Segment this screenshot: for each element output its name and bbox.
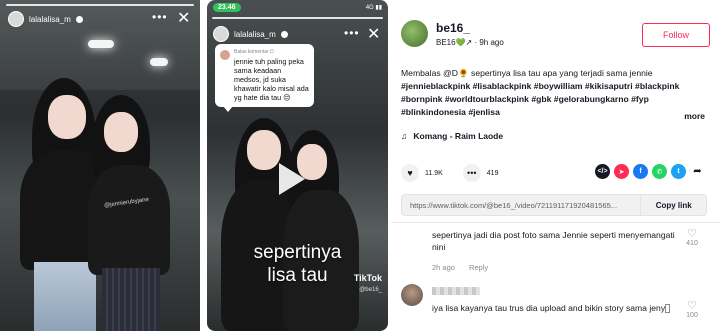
video-caption-line-1: sepertinya xyxy=(253,242,342,263)
person-skirt xyxy=(102,268,160,331)
post-time: 9h ago xyxy=(479,37,504,47)
music-title: Komang - Raim Laode xyxy=(413,131,504,141)
person-face xyxy=(104,112,138,152)
comment-like-count: 100 xyxy=(686,312,698,319)
reply-button[interactable]: Reply xyxy=(469,263,488,272)
tiktok-watermark: TikTok xyxy=(353,273,382,283)
story-panel-1: lalalalisa_m ••• ✕ @jennierubyjane xyxy=(0,0,200,331)
verified-icon xyxy=(280,30,288,38)
story-progress-bar xyxy=(212,17,383,19)
share-icon[interactable]: ➦ xyxy=(690,164,705,179)
comment-text-content: iya lisa kayanya tau trus dia upload and… xyxy=(432,303,666,313)
divider xyxy=(391,222,720,223)
commenter-avatar[interactable] xyxy=(401,284,423,306)
ceiling-light xyxy=(88,40,114,48)
whatsapp-icon[interactable]: ✆ xyxy=(652,164,667,179)
ceiling-light xyxy=(150,58,168,66)
engagement-bar: ♥ 11.9K ••• 419 xyxy=(401,164,498,182)
heart-icon[interactable]: ♥ xyxy=(401,164,419,182)
music-note-icon: ♫ xyxy=(401,131,408,141)
comment-like[interactable]: ♡ 100 xyxy=(682,300,702,319)
status-time: 23.46 xyxy=(213,2,241,12)
play-icon[interactable] xyxy=(279,163,305,195)
author-block: be16_ BE16💚↗ · 9h ago xyxy=(401,20,504,47)
comment-like-count: 410 xyxy=(686,240,698,247)
person-face xyxy=(48,95,86,139)
follow-button[interactable]: Follow xyxy=(642,23,710,47)
description-text: Membalas @D🌻 sepertinya lisa tau apa yan… xyxy=(401,68,653,78)
story-panel-2: 23.46 4G ▮▮ lalalalisa_m ••• ✕ Balas kom… xyxy=(207,0,388,331)
comment-time: 2h ago xyxy=(432,263,455,272)
music-link[interactable]: ♫ Komang - Raim Laode xyxy=(401,131,503,141)
comment-text: sepertinya jadi dia post foto sama Jenni… xyxy=(432,230,675,252)
heart-outline-icon[interactable]: ♡ xyxy=(682,228,702,240)
close-icon[interactable]: ✕ xyxy=(177,11,190,27)
heart-outline-icon[interactable]: ♡ xyxy=(682,300,702,312)
twitter-icon[interactable]: t xyxy=(671,164,686,179)
watermark-username: @be16_ xyxy=(359,287,382,293)
reply-comment-sticker[interactable]: Balas komentar D jennie tuh paling peka … xyxy=(215,44,314,112)
copy-link-box: https://www.tiktok.com/@be16_/video/7211… xyxy=(401,194,707,216)
story-header: lalalalisa_m xyxy=(213,26,288,42)
author-nickname: BE16💚↗ xyxy=(436,37,473,47)
person-jeans xyxy=(34,262,96,331)
commenter-name-redacted xyxy=(432,287,480,295)
verified-icon xyxy=(75,15,83,23)
status-bar: 23.46 4G ▮▮ xyxy=(207,0,388,14)
avatar[interactable] xyxy=(8,11,24,27)
facebook-icon[interactable]: f xyxy=(633,164,648,179)
comment-meta: 2h ago Reply xyxy=(432,263,488,272)
more-options-icon[interactable]: ••• xyxy=(344,26,360,40)
tiktok-post-page: be16_ BE16💚↗ · 9h ago Follow Membalas @D… xyxy=(391,0,720,331)
video-link[interactable]: https://www.tiktok.com/@be16_/video/7211… xyxy=(402,201,640,210)
commenter-avatar xyxy=(220,50,230,60)
story-username[interactable]: lalalalisa_m xyxy=(29,15,71,24)
more-options-icon[interactable]: ••• xyxy=(152,10,168,24)
comment-like[interactable]: ♡ 410 xyxy=(682,228,702,247)
story-header: lalalalisa_m xyxy=(8,11,83,27)
reply-label: Balas komentar D xyxy=(234,49,274,55)
author-username[interactable]: be16_ xyxy=(436,21,504,35)
person-body xyxy=(88,165,170,275)
comment-icon[interactable]: ••• xyxy=(462,164,481,182)
comment-text: jennie tuh paling peka sama keadaan meds… xyxy=(234,57,309,102)
send-icon[interactable]: ➤ xyxy=(614,164,629,179)
more-button[interactable]: more xyxy=(684,111,705,121)
avatar[interactable] xyxy=(213,26,229,42)
author-avatar[interactable] xyxy=(401,20,428,47)
post-description: Membalas @D🌻 sepertinya lisa tau apa yan… xyxy=(401,67,707,119)
share-buttons: </> ➤ f ✆ t ➦ xyxy=(595,164,705,179)
embed-icon[interactable]: </> xyxy=(595,164,610,179)
signal-icon: 4G ▮▮ xyxy=(365,4,382,11)
like-count: 11.9K xyxy=(425,169,443,177)
text-cursor xyxy=(665,304,671,314)
close-icon[interactable]: ✕ xyxy=(367,27,380,43)
copy-link-button[interactable]: Copy link xyxy=(640,195,706,215)
comment-count: 419 xyxy=(486,169,499,177)
person-face xyxy=(247,130,281,170)
story-username[interactable]: lalalalisa_m xyxy=(234,30,276,39)
comment-text: iya lisa kayanya tau trus dia upload and… xyxy=(432,302,682,314)
author-subline: BE16💚↗ · 9h ago xyxy=(436,37,504,47)
hashtag-list[interactable]: #jennieblackpink #lisablackpink #boywill… xyxy=(401,81,679,117)
story-progress-bar xyxy=(6,4,194,6)
